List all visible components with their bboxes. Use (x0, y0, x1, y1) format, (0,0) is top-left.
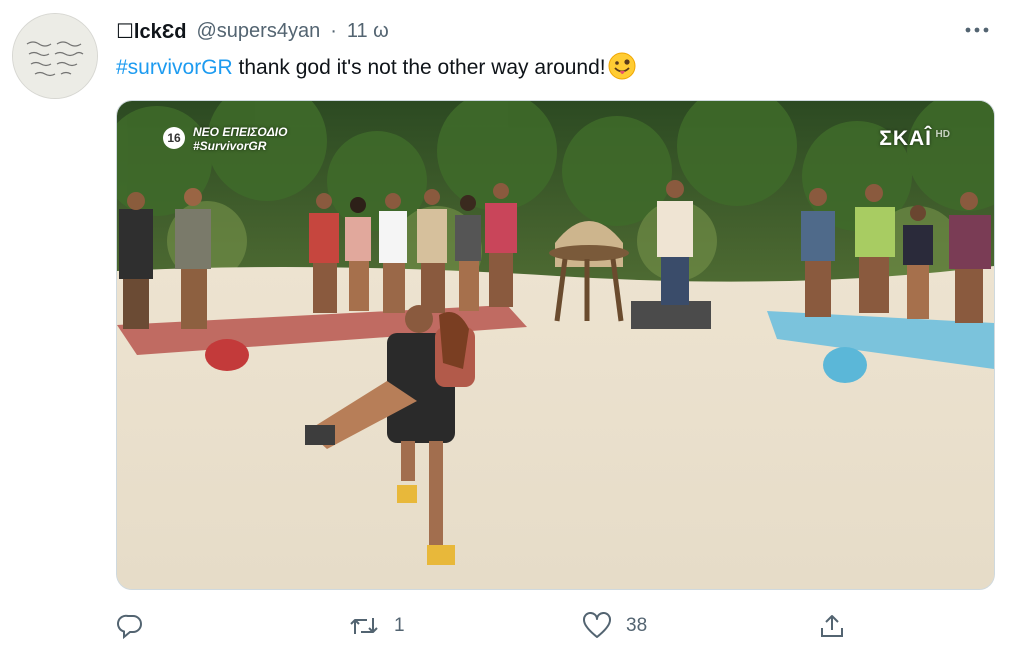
channel-logo: ΣΚΑÎ (879, 127, 932, 150)
tweet-actions: 1 38 (116, 606, 876, 646)
hashtag-link[interactable]: #survivorGR (116, 56, 233, 79)
share-button[interactable] (818, 606, 860, 646)
beach-scene-image (117, 101, 994, 589)
episode-label: ΝΕΟ ΕΠΕΙΣΟΔΙΟ (193, 125, 288, 139)
user-handle[interactable]: @supers4yan (196, 20, 320, 43)
avatar[interactable] (12, 13, 98, 99)
more-options-icon[interactable] (962, 20, 992, 40)
timestamp[interactable]: 11 ω (347, 20, 389, 43)
heart-icon (582, 612, 612, 640)
zany-face-emoji-icon (608, 52, 636, 89)
separator-dot: · (330, 19, 337, 42)
like-count: 38 (626, 615, 648, 636)
tweet-card: ☐lckƐd @supers4yan · 11 ω #survivorGR th… (0, 0, 1024, 662)
tweet-body: thank god it's not the other way around! (232, 56, 606, 79)
retweet-icon (348, 612, 380, 640)
episode-number-badge: 16 (163, 127, 185, 149)
tweet-header: ☐lckƐd @supers4yan · 11 ω (116, 16, 389, 46)
retweet-count: 1 (394, 615, 405, 636)
display-name[interactable]: ☐lckƐd (116, 19, 186, 44)
retweet-button[interactable]: 1 (348, 606, 405, 646)
tweet-media-image[interactable]: 16 ΝΕΟ ΕΠΕΙΣΟΔΙΟ #SurvivorGR ΣΚΑÎ HD (116, 100, 995, 590)
channel-hd-label: HD (935, 129, 950, 140)
like-button[interactable]: 38 (582, 606, 647, 646)
reply-button[interactable] (116, 606, 158, 646)
reply-icon (116, 612, 144, 640)
episode-hashtag: #SurvivorGR (193, 139, 267, 153)
share-icon (818, 612, 846, 640)
tweet-text: #survivorGR thank god it's not the other… (116, 52, 636, 89)
